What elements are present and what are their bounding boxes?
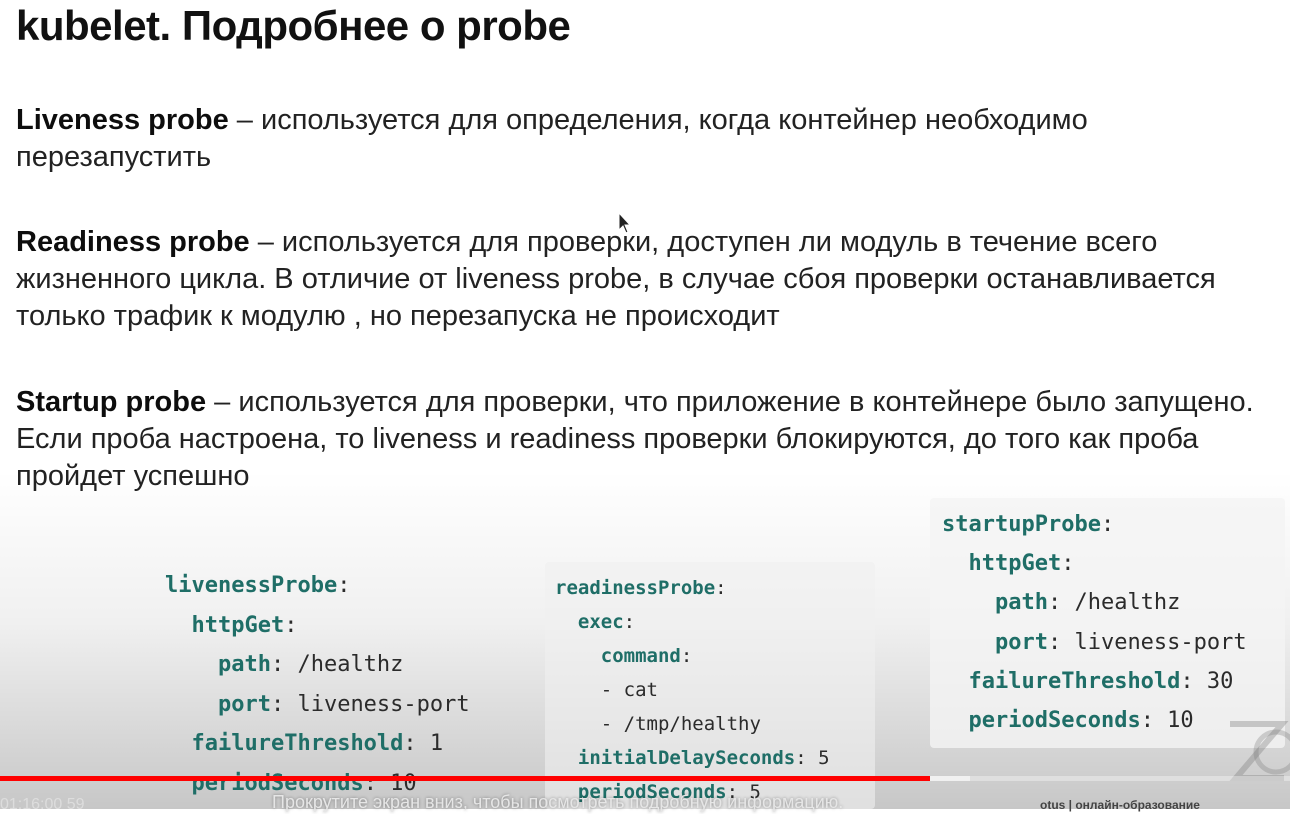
video-timestamp: 01:16:00 59 bbox=[0, 796, 85, 813]
code-line: path: /healthz bbox=[217, 652, 404, 677]
code-line: httpGet: bbox=[968, 551, 1075, 577]
code-line: - cat bbox=[600, 679, 658, 701]
code-key: httpGet bbox=[191, 612, 285, 638]
startup-term: Startup probe bbox=[16, 386, 207, 418]
code-key: livenessProbe bbox=[165, 573, 338, 598]
code-key: exec bbox=[577, 611, 624, 633]
startup-code-block: startupProbe: httpGet: path: /healthz po… bbox=[942, 505, 1247, 740]
readiness-term: Readiness probe bbox=[16, 226, 250, 258]
readiness-paragraph: Readiness probe – используется для прове… bbox=[16, 224, 1266, 335]
mouse-cursor-icon bbox=[618, 212, 632, 234]
code-line: httpGet: bbox=[191, 612, 298, 638]
code-key: periodSeconds bbox=[968, 708, 1141, 734]
code-key: path bbox=[994, 590, 1048, 616]
code-line: startupProbe: bbox=[942, 512, 1115, 537]
code-line: readinessProbe: bbox=[555, 577, 727, 599]
code-key: failureThreshold bbox=[191, 731, 404, 756]
readiness-code-block: readinessProbe: exec: command: - cat - /… bbox=[555, 571, 830, 809]
code-key: path bbox=[217, 652, 271, 677]
code-key: port bbox=[994, 629, 1048, 655]
liveness-term: Liveness probe bbox=[16, 104, 229, 136]
code-line: livenessProbe: bbox=[165, 573, 351, 598]
code-key: failureThreshold bbox=[968, 668, 1181, 694]
code-key: readinessProbe bbox=[555, 577, 716, 599]
code-line: initialDelaySeconds: 5 bbox=[577, 747, 830, 769]
code-key: httpGet bbox=[968, 551, 1062, 577]
slide-title: kubelet. Подробнее о probe bbox=[16, 2, 571, 49]
code-line: periodSeconds: 10 bbox=[968, 708, 1194, 734]
code-line: command: bbox=[600, 645, 693, 667]
code-line: exec: bbox=[577, 611, 636, 633]
progress-played bbox=[0, 776, 931, 781]
brand-label: otus | онлайн-образование bbox=[1040, 798, 1200, 812]
code-line: path: /healthz bbox=[994, 590, 1181, 616]
code-key: port bbox=[217, 691, 271, 717]
code-line: failureThreshold: 1 bbox=[191, 731, 444, 756]
liveness-paragraph: Liveness probe – используется для опреде… bbox=[16, 102, 1266, 176]
code-line: port: liveness-port bbox=[994, 629, 1247, 655]
code-line: - /tmp/healthy bbox=[600, 713, 761, 735]
code-key: command bbox=[600, 645, 681, 667]
scroll-hint: Прокрутите экран вниз, чтобы посмотреть … bbox=[272, 792, 844, 812]
slide: kubelet. Подробнее о probe Liveness prob… bbox=[0, 0, 1290, 809]
liveness-code-block: livenessProbe: httpGet: path: /healthz p… bbox=[165, 566, 470, 803]
code-line: port: liveness-port bbox=[217, 691, 470, 717]
code-line: failureThreshold: 30 bbox=[968, 668, 1234, 694]
code-key: startupProbe bbox=[942, 512, 1101, 537]
code-key: initialDelaySeconds bbox=[577, 747, 796, 769]
startup-paragraph: Startup probe – используется для проверк… bbox=[16, 384, 1266, 495]
video-progress-bar[interactable] bbox=[0, 776, 1290, 781]
